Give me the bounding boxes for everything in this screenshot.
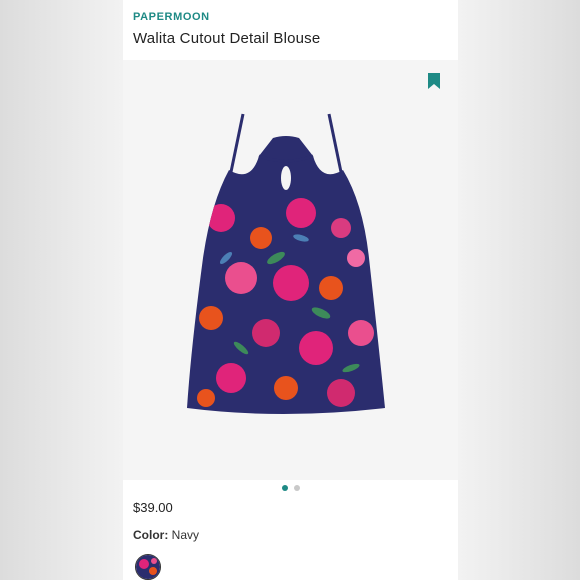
gallery-pagination [123, 483, 458, 493]
color-swatch-navy[interactable] [135, 554, 161, 580]
color-row: Color: Navy [133, 528, 199, 542]
color-label: Color: [133, 528, 169, 542]
product-detail-screen: PAPERMOON Walita Cutout Detail Blouse $3… [123, 0, 458, 580]
product-title: Walita Cutout Detail Blouse [133, 30, 321, 47]
background-blur-left [0, 0, 123, 580]
bookmark-icon[interactable] [428, 73, 440, 89]
product-gallery[interactable] [123, 60, 458, 480]
gallery-dot-1[interactable] [281, 485, 288, 491]
gallery-dot-2[interactable] [293, 485, 300, 491]
background-blur-right [458, 0, 580, 580]
swatch-pattern [136, 555, 160, 579]
product-price: $39.00 [133, 500, 173, 515]
product-image [187, 113, 385, 414]
color-value: Navy [171, 528, 200, 542]
brand-name: PAPERMOON [133, 11, 210, 23]
